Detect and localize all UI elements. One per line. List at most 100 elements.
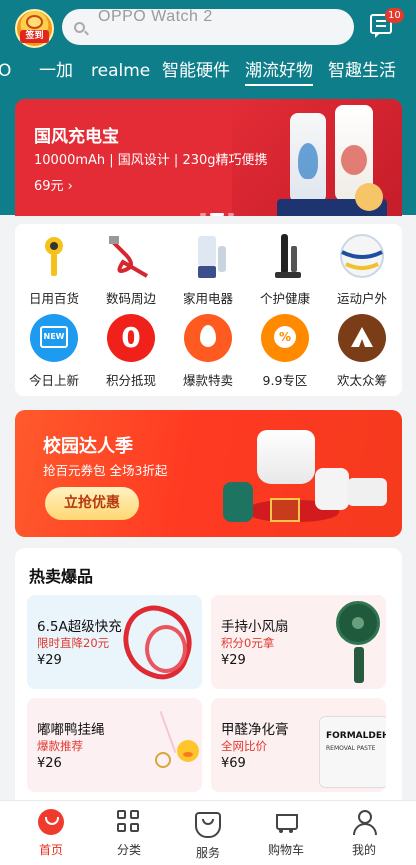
nav-category[interactable]: 分类: [99, 809, 159, 858]
cable-icon: [107, 232, 155, 280]
campus-title: 校园达人季: [43, 436, 133, 457]
lanyard-image: [159, 710, 177, 754]
grill-image: [347, 478, 387, 506]
search-bar[interactable]: OPPO Watch 2: [62, 8, 354, 45]
product-card-fan[interactable]: 手持小风扇 积分0元拿 ¥29: [211, 595, 386, 689]
hero-banner[interactable]: 国风充电宝 10000mAh | 国风设计 | 230g精巧便携 69元 ›: [15, 99, 402, 216]
jar-image: [223, 482, 253, 522]
category-sports[interactable]: 运动户外: [323, 232, 401, 307]
duck-image: [177, 740, 199, 762]
service-icon: [195, 812, 221, 838]
nav-home[interactable]: 首页: [21, 809, 81, 858]
nav-label: 我的: [351, 843, 376, 857]
category-points[interactable]: 0 积分抵现: [92, 314, 170, 389]
campus-subtitle: 抢百元券包 全场3折起: [43, 463, 168, 478]
category-daily-goods[interactable]: 日用百货: [15, 232, 93, 307]
category-crowdfunding[interactable]: 欢太众筹: [323, 314, 401, 389]
power-bank-image: [290, 113, 326, 203]
product-name: 6.5A超级快充: [37, 619, 122, 635]
nav-cart[interactable]: 购物车: [256, 809, 316, 858]
product-card-fast-charge[interactable]: 6.5A超级快充 限时直降20元 ¥29: [27, 595, 202, 689]
product-tag: 爆款推荐: [37, 739, 83, 753]
hero-subtitle: 10000mAh | 国风设计 | 230g精巧便携: [34, 153, 268, 168]
ring-image: [155, 752, 171, 768]
tent-icon: [338, 314, 386, 362]
new-icon: NEW: [30, 314, 78, 362]
category-label: 运动户外: [336, 291, 387, 306]
moon-decoration: [355, 183, 383, 211]
home-icon: [38, 809, 64, 835]
section-title: 热卖爆品: [29, 567, 94, 586]
product-card-formaldehyde[interactable]: 甲醛净化膏 全网比价 ¥69 FORMALDEHYDE REMOVAL PAST…: [211, 698, 386, 792]
product-price: ¥69: [221, 756, 246, 771]
category-label: 家用电器: [182, 291, 233, 306]
fan-image: [336, 601, 380, 645]
percent-icon: [261, 314, 309, 362]
hero-title: 国风充电宝: [34, 127, 119, 147]
bottom-nav: 首页 分类 服务 购物车 我的: [0, 800, 416, 865]
checkin-label: 签到: [20, 30, 49, 43]
search-placeholder: OPPO Watch 2: [98, 8, 213, 25]
tab-smart-life[interactable]: 智趣生活: [328, 58, 396, 84]
nav-label: 分类: [116, 843, 141, 857]
carousel-indicator: [200, 201, 248, 216]
fire-icon: [184, 314, 232, 362]
category-label: 积分抵现: [105, 373, 156, 388]
hero-price: 69元 ›: [34, 179, 73, 194]
toothbrush-icon: [261, 232, 309, 280]
grid-icon: [116, 809, 142, 835]
grab-coupon-button[interactable]: 立抢优惠: [45, 487, 139, 520]
cable-image: [145, 625, 187, 673]
jar-label: FORMALDEHYDE: [326, 731, 386, 741]
blender-icon: [184, 232, 232, 280]
product-tag: 积分0元拿: [221, 636, 275, 650]
fan-handle-image: [354, 647, 364, 683]
category-label: 今日上新: [28, 373, 79, 388]
volleyball-icon: [338, 232, 386, 280]
nav-label: 首页: [38, 843, 63, 857]
product-price: ¥26: [37, 756, 62, 771]
paste-jar-image: FORMALDEHYDE REMOVAL PASTE: [319, 716, 386, 788]
message-badge: 10: [385, 8, 404, 23]
category-9-9-zone[interactable]: 9.9专区: [246, 314, 324, 389]
product-tag: 全网比价: [221, 739, 267, 753]
product-name: 嘟嘟鸭挂绳: [37, 722, 105, 738]
tab-trendy-goods[interactable]: 潮流好物: [245, 58, 313, 86]
category-label: 个护健康: [259, 291, 310, 306]
checkin-icon[interactable]: 签到: [15, 9, 54, 48]
nav-label: 购物车: [267, 843, 304, 857]
category-tabs: O 一加 realme 智能硬件 潮流好物 智趣生活: [0, 58, 416, 88]
category-personal-care[interactable]: 个护健康: [246, 232, 324, 307]
category-label: 数码周边: [105, 291, 156, 306]
category-label: 日用百货: [28, 291, 79, 306]
tab-oppo[interactable]: O: [0, 58, 11, 84]
jar-sublabel: REMOVAL PASTE: [326, 745, 376, 752]
campus-banner[interactable]: 校园达人季 抢百元券包 全场3折起 立抢优惠: [15, 410, 402, 537]
category-new-today[interactable]: NEW 今日上新: [15, 314, 93, 389]
category-grid: 日用百货 数码周边 家用电器 个护健康 运动户外 NEW 今日上新 0 积分抵现…: [15, 224, 402, 396]
category-digital[interactable]: 数码周边: [92, 232, 170, 307]
tab-oneplus[interactable]: 一加: [39, 58, 73, 84]
category-hot-deals[interactable]: 爆款特卖: [169, 314, 247, 389]
category-appliances[interactable]: 家用电器: [169, 232, 247, 307]
category-label: 9.9专区: [262, 373, 308, 388]
gift-box-image: [270, 498, 300, 522]
user-icon: [351, 809, 377, 835]
product-tag: 限时直降20元: [37, 636, 110, 650]
mascot-face: [26, 15, 43, 29]
cart-icon: [273, 809, 299, 835]
tab-realme[interactable]: realme: [91, 58, 150, 84]
nav-service[interactable]: 服务: [178, 809, 238, 861]
hot-sale-section: 热卖爆品 6.5A超级快充 限时直降20元 ¥29 手持小风扇 积分0元拿 ¥2…: [15, 548, 402, 808]
product-price: ¥29: [221, 653, 246, 668]
kettle-image: [315, 468, 349, 510]
nav-me[interactable]: 我的: [334, 809, 394, 858]
product-name: 手持小风扇: [221, 619, 289, 635]
tab-smart-hardware[interactable]: 智能硬件: [162, 58, 230, 84]
product-price: ¥29: [37, 653, 62, 668]
category-label: 爆款特卖: [182, 373, 233, 388]
product-card-lanyard[interactable]: 嘟嘟鸭挂绳 爆款推荐 ¥26: [27, 698, 202, 792]
zero-icon: 0: [107, 314, 155, 362]
product-name: 甲醛净化膏: [221, 722, 289, 738]
category-label: 欢太众筹: [336, 373, 387, 388]
